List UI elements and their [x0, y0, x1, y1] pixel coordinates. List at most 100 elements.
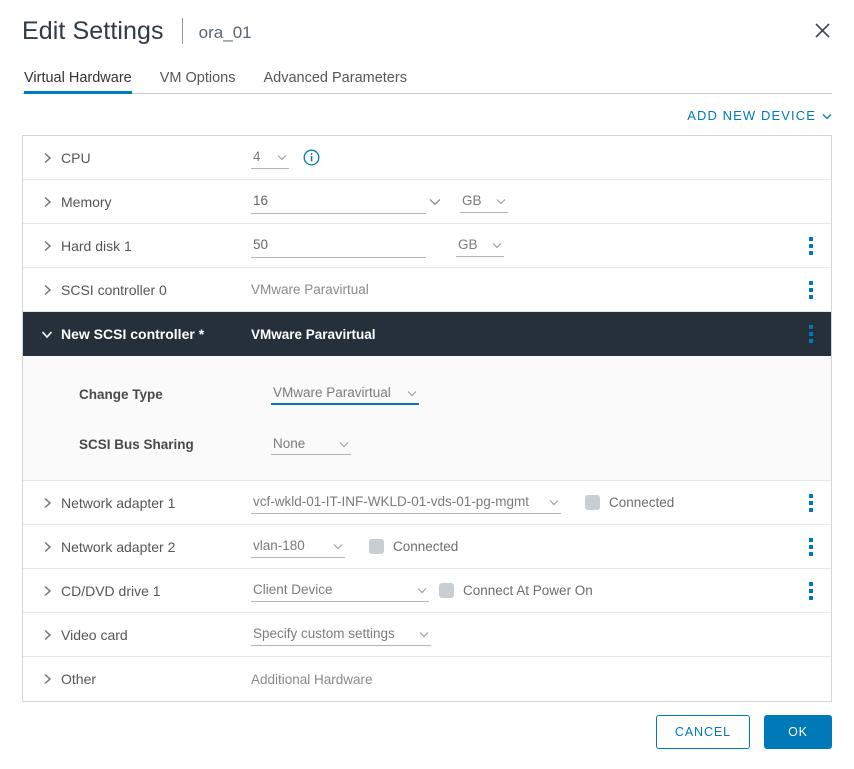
tab-vm-options[interactable]: VM Options	[146, 70, 250, 94]
cancel-button[interactable]: CANCEL	[656, 715, 750, 749]
device-row-network-adapter-2[interactable]: Network adapter 2 vlan-180 Connected	[23, 525, 831, 569]
device-label-cpu: CPU	[61, 150, 251, 166]
cd-dvd-drive-1-connect-at-power-on-checkbox[interactable]: Connect At Power On	[439, 583, 593, 598]
hard-disk-size-input[interactable]	[251, 234, 426, 258]
expand-chevron-right-icon[interactable]	[39, 585, 55, 597]
ok-button[interactable]: OK	[764, 715, 832, 749]
device-label-memory: Memory	[61, 194, 251, 210]
memory-unit-value: GB	[462, 193, 482, 208]
network-adapter-1-connected-checkbox[interactable]: Connected	[585, 495, 674, 510]
new-scsi-controller-options-menu[interactable]	[797, 320, 825, 348]
add-new-device-button[interactable]: ADD NEW DEVICE	[687, 108, 832, 123]
close-button[interactable]	[808, 16, 836, 44]
device-label-network-adapter-1: Network adapter 1	[61, 495, 251, 511]
device-label-video-card: Video card	[61, 627, 251, 643]
cpu-count-value: 4	[253, 149, 261, 164]
memory-size-input[interactable]	[251, 190, 426, 214]
scsi-bus-sharing-row: SCSI Bus Sharing None	[23, 424, 831, 464]
chevron-down-icon	[339, 436, 349, 451]
hard-disk-1-options-menu[interactable]	[797, 232, 825, 260]
expand-chevron-right-icon[interactable]	[39, 152, 55, 164]
change-type-select[interactable]: VMware Paravirtual	[271, 383, 419, 405]
memory-unit-select[interactable]: GB	[460, 191, 508, 213]
scsi-bus-sharing-label: SCSI Bus Sharing	[79, 437, 271, 452]
add-device-row: ADD NEW DEVICE	[0, 94, 854, 135]
device-label-new-scsi-controller: New SCSI controller *	[61, 326, 251, 342]
checkbox-icon	[585, 495, 600, 510]
device-row-hard-disk-1[interactable]: Hard disk 1 GB	[23, 224, 831, 268]
scsi-bus-sharing-select[interactable]: None	[271, 433, 351, 455]
network-adapter-2-network-select[interactable]: vlan-180	[251, 536, 345, 558]
other-value-group: Additional Hardware	[251, 672, 831, 687]
cd-dvd-drive-1-options-menu[interactable]	[797, 577, 825, 605]
new-scsi-controller-value: VMware Paravirtual	[251, 327, 376, 342]
page-title: Edit Settings	[22, 17, 164, 46]
network-adapter-1-options-menu[interactable]	[797, 489, 825, 517]
device-row-scsi-controller-0[interactable]: SCSI controller 0 VMware Paravirtual	[23, 268, 831, 312]
video-card-settings-select[interactable]: Specify custom settings	[251, 624, 431, 646]
hard-disk-unit-select[interactable]: GB	[456, 235, 504, 257]
new-scsi-controller-details-panel: Change Type VMware Paravirtual SCSI Bus …	[23, 356, 831, 481]
network-adapter-2-network-value: vlan-180	[253, 538, 305, 553]
device-label-other: Other	[61, 671, 251, 687]
chevron-down-icon	[492, 237, 502, 252]
network-adapter-2-value-group: vlan-180 Connected	[251, 536, 831, 558]
expand-chevron-right-icon[interactable]	[39, 284, 55, 296]
checkbox-icon	[439, 583, 454, 598]
device-row-cpu[interactable]: CPU 4	[23, 136, 831, 180]
memory-value-group: GB	[251, 190, 831, 214]
chevron-down-icon	[822, 108, 832, 123]
chevron-down-icon	[496, 193, 506, 208]
device-row-video-card[interactable]: Video card Specify custom settings	[23, 613, 831, 657]
tab-virtual-hardware[interactable]: Virtual Hardware	[22, 70, 146, 94]
new-scsi-controller-value-group: VMware Paravirtual	[251, 327, 831, 342]
collapse-chevron-down-icon[interactable]	[39, 330, 55, 339]
checkbox-icon	[369, 539, 384, 554]
device-label-scsi-controller-0: SCSI controller 0	[61, 282, 251, 298]
scsi-controller-0-options-menu[interactable]	[797, 276, 825, 304]
chevron-down-icon	[419, 626, 429, 641]
network-adapter-1-network-value: vcf-wkld-01-IT-INF-WKLD-01-vds-01-pg-mgm…	[253, 494, 529, 509]
device-row-new-scsi-controller[interactable]: New SCSI controller * VMware Paravirtual	[23, 312, 831, 356]
expand-chevron-right-icon[interactable]	[39, 673, 55, 685]
info-icon[interactable]	[303, 149, 320, 166]
expand-chevron-right-icon[interactable]	[39, 541, 55, 553]
title-separator	[182, 18, 183, 44]
device-row-memory[interactable]: Memory GB	[23, 180, 831, 224]
cd-dvd-drive-1-device-value: Client Device	[253, 582, 333, 597]
expand-chevron-right-icon[interactable]	[39, 196, 55, 208]
network-adapter-1-connected-label: Connected	[609, 495, 674, 510]
tab-bar: Virtual Hardware VM Options Advanced Par…	[0, 62, 854, 94]
video-card-value-group: Specify custom settings	[251, 624, 831, 646]
vm-name: ora_01	[199, 19, 252, 43]
device-row-network-adapter-1[interactable]: Network adapter 1 vcf-wkld-01-IT-INF-WKL…	[23, 481, 831, 525]
device-row-cd-dvd-drive-1[interactable]: CD/DVD drive 1 Client Device Connect At …	[23, 569, 831, 613]
device-row-other[interactable]: Other Additional Hardware	[23, 657, 831, 701]
cpu-count-select[interactable]: 4	[251, 147, 289, 169]
hard-disk-value-group: GB	[251, 234, 831, 258]
network-adapter-2-options-menu[interactable]	[797, 533, 825, 561]
chevron-down-icon	[417, 582, 427, 597]
device-label-cd-dvd-drive-1: CD/DVD drive 1	[61, 583, 251, 599]
cd-dvd-drive-1-connect-label: Connect At Power On	[463, 583, 593, 598]
chevron-down-icon	[549, 494, 559, 509]
dialog-footer: CANCEL OK	[656, 715, 832, 749]
scsi-bus-sharing-value: None	[273, 436, 305, 451]
expand-chevron-right-icon[interactable]	[39, 240, 55, 252]
network-adapter-2-connected-label: Connected	[393, 539, 458, 554]
expand-chevron-right-icon[interactable]	[39, 629, 55, 641]
network-adapter-1-network-select[interactable]: vcf-wkld-01-IT-INF-WKLD-01-vds-01-pg-mgm…	[251, 492, 561, 514]
hard-disk-unit-value: GB	[458, 237, 478, 252]
device-label-hard-disk-1: Hard disk 1	[61, 238, 251, 254]
expand-chevron-right-icon[interactable]	[39, 497, 55, 509]
network-adapter-2-connected-checkbox[interactable]: Connected	[369, 539, 458, 554]
cd-dvd-drive-1-device-select[interactable]: Client Device	[251, 580, 429, 602]
chevron-down-icon	[277, 149, 287, 164]
tab-advanced-parameters[interactable]: Advanced Parameters	[249, 70, 420, 94]
change-type-label: Change Type	[79, 387, 271, 402]
add-new-device-label: ADD NEW DEVICE	[687, 108, 816, 123]
video-card-settings-value: Specify custom settings	[253, 626, 395, 641]
memory-dropdown-toggle[interactable]	[426, 193, 444, 211]
change-type-value: VMware Paravirtual	[273, 385, 391, 400]
chevron-down-icon	[407, 385, 417, 400]
